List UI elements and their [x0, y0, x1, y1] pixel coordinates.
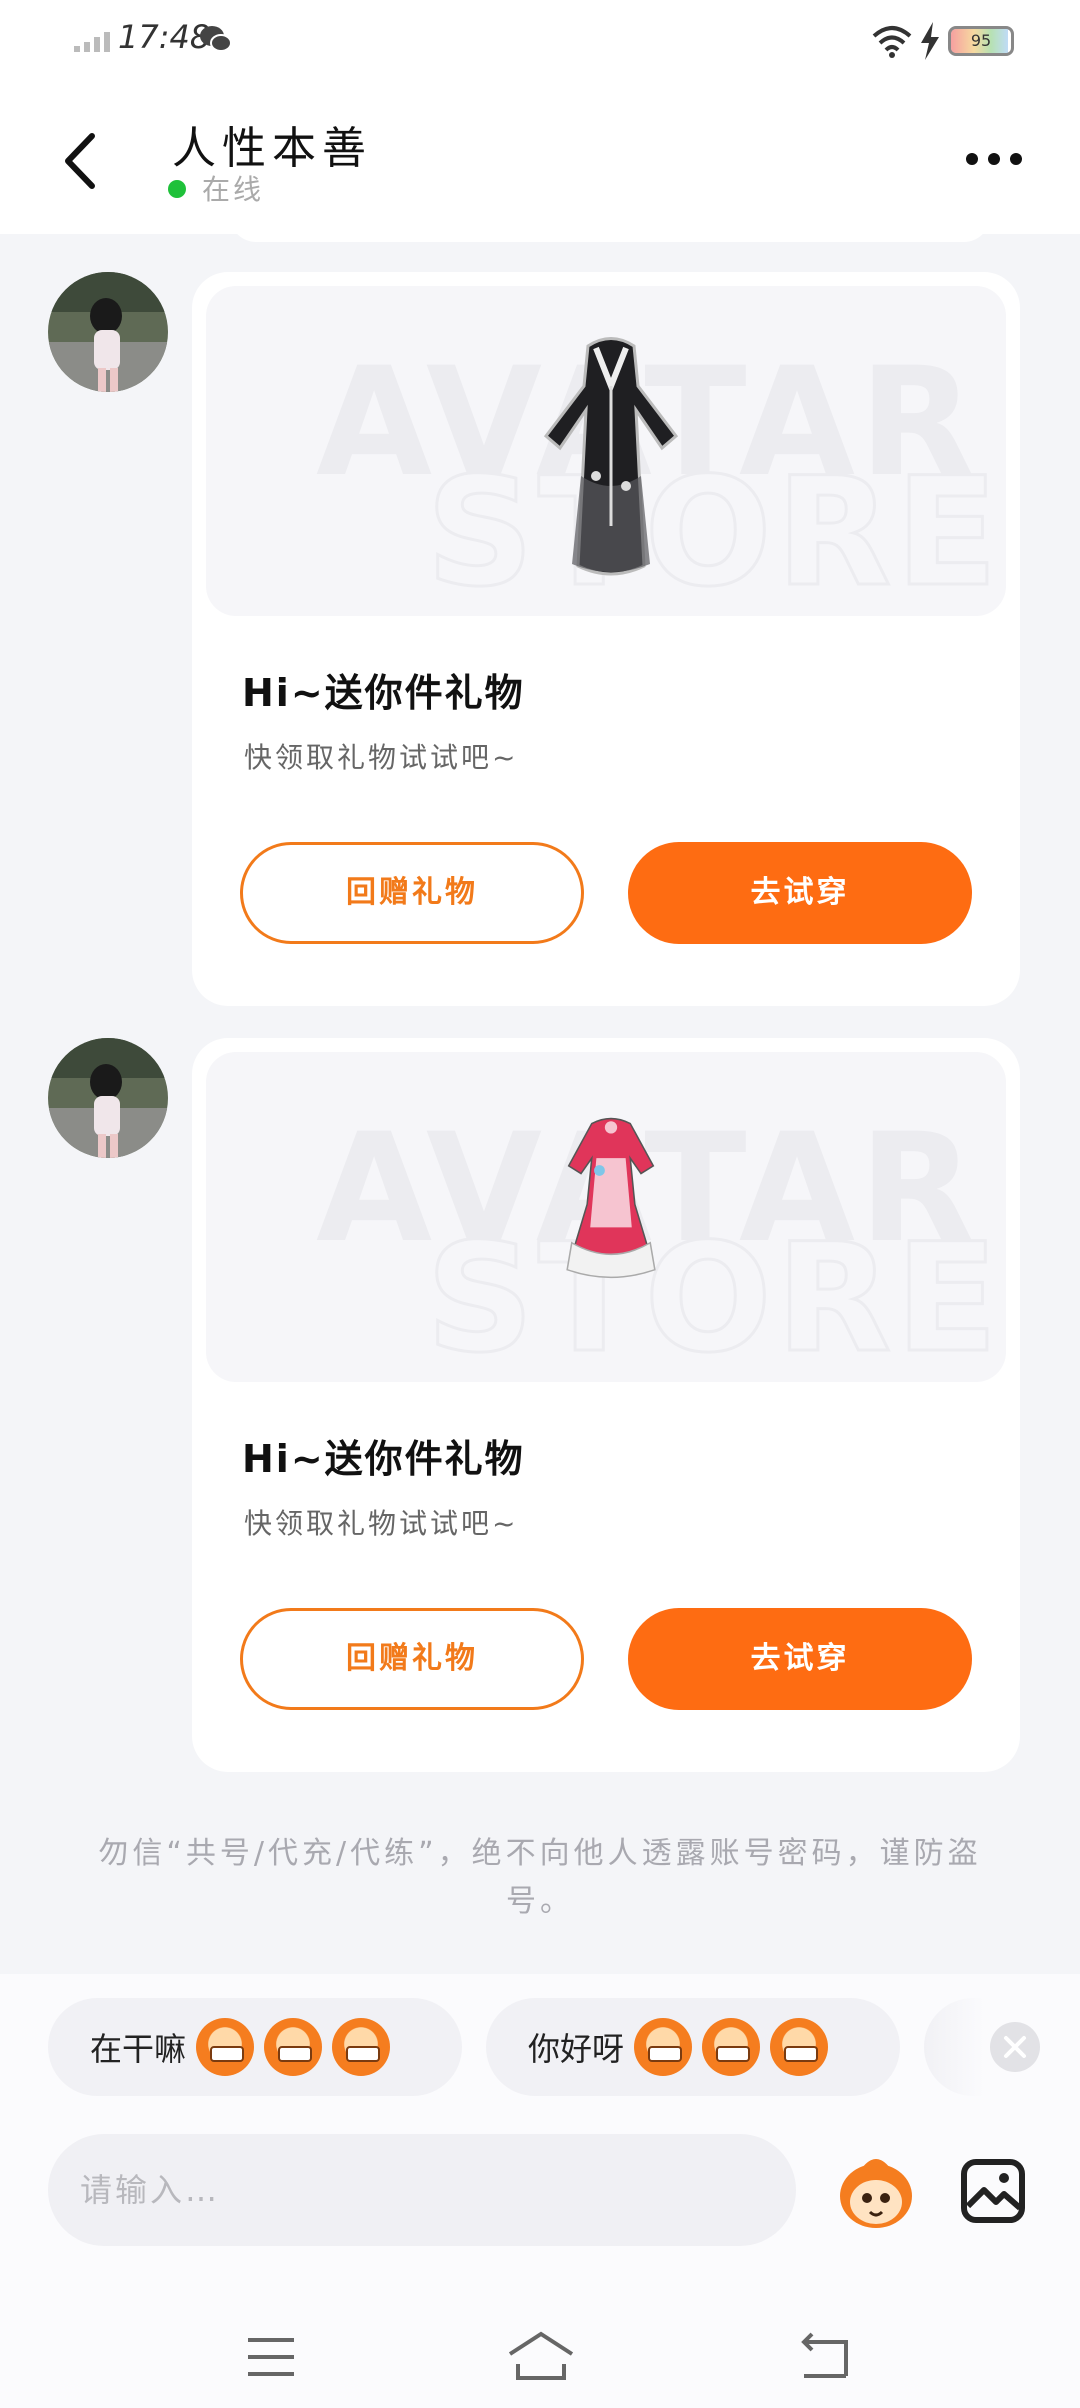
monkey-emoji-icon [332, 2018, 391, 2076]
gift-card-subtitle: 快领取礼物试试吧~ [244, 741, 519, 774]
quick-reply-label: 你好呀 [528, 2030, 625, 2068]
gift-image[interactable]: AVATAR STORE [206, 1052, 1006, 1382]
return-gift-button[interactable]: 回赠礼物 [240, 842, 584, 944]
quick-reply-label: 在干嘛 [90, 2030, 187, 2068]
signal-icon [74, 32, 110, 52]
status-bar: 17:48 95 [0, 0, 1080, 84]
sender-avatar[interactable] [48, 272, 168, 392]
black-lace-dress-image [543, 337, 679, 576]
close-quick-replies-button[interactable] [990, 2022, 1040, 2072]
status-time: 17:48 [118, 18, 211, 56]
previous-message-card [230, 214, 990, 242]
chat-message-list[interactable]: AVATAR STORE Hi~送你件礼物 快领取礼物试试吧~ 回赠礼物 去试穿 [0, 214, 1080, 1974]
more-options-button[interactable] [964, 144, 1024, 174]
input-panel: 在干嘛 你好呀 请输入… [0, 1974, 1080, 2408]
mascot-emoji-button[interactable] [832, 2148, 920, 2236]
battery-icon: 95 [948, 26, 1014, 56]
home-icon[interactable] [506, 2330, 576, 2382]
watermark-store: STORE [425, 1211, 1002, 1383]
quick-reply-chip-partial[interactable] [924, 1998, 984, 2096]
avatar-photo [48, 1038, 168, 1158]
online-status-label: 在线 [202, 173, 265, 206]
sender-avatar[interactable] [48, 1038, 168, 1158]
system-navigation-bar [0, 2296, 1080, 2408]
wechat-icon [200, 26, 232, 52]
return-gift-button[interactable]: 回赠礼物 [240, 1608, 584, 1710]
quick-reply-chip[interactable]: 在干嘛 [48, 1998, 462, 2096]
security-notice: 勿信“共号/代充/代练”，绝不向他人透露账号密码，谨防盗号。 [98, 1836, 982, 1919]
chat-screen: 17:48 95 人性本善 在线 STORE Hi~送你件礼物 快领取礼物试试吧… [0, 0, 1080, 2408]
charging-icon [921, 22, 939, 60]
message-input[interactable]: 请输入… [48, 2134, 796, 2246]
online-status-dot [168, 180, 186, 198]
monkey-emoji-icon [702, 2018, 761, 2076]
monkey-emoji-icon [634, 2018, 693, 2076]
monkey-emoji-icon [264, 2018, 323, 2076]
try-on-button[interactable]: 去试穿 [628, 842, 972, 944]
watermark-store: STORE [425, 445, 1002, 617]
battery-level: 95 [970, 31, 992, 50]
gift-card-title: Hi~送你件礼物 [242, 1437, 525, 1481]
close-icon [1004, 2036, 1026, 2058]
monkey-emoji-icon [770, 2018, 829, 2076]
gift-card[interactable]: AVATAR STORE Hi~送你件礼物 快领取礼物试试吧~ 回赠礼物 去试穿 [192, 272, 1020, 1006]
menu-icon[interactable] [246, 2336, 296, 2378]
gift-card[interactable]: AVATAR STORE Hi~送你件礼物 快领取礼物试试吧~ 回赠礼物 去试穿 [192, 1038, 1020, 1772]
gift-card-subtitle: 快领取礼物试试吧~ [244, 1507, 519, 1540]
try-on-button[interactable]: 去试穿 [628, 1608, 972, 1710]
page-title: 人性本善 [172, 123, 372, 174]
avatar-photo [48, 272, 168, 392]
back-button[interactable] [56, 128, 106, 194]
gift-card-title: Hi~送你件礼物 [242, 671, 525, 715]
nav-back-icon[interactable] [798, 2332, 850, 2380]
image-picker-button[interactable] [960, 2158, 1026, 2224]
quick-reply-chip[interactable]: 你好呀 [486, 1998, 900, 2096]
gift-image[interactable]: AVATAR STORE [206, 286, 1006, 616]
pink-maid-dress-image [566, 1117, 656, 1279]
monkey-emoji-icon [196, 2018, 255, 2076]
wifi-icon [872, 26, 912, 58]
chat-header: 人性本善 在线 [0, 84, 1080, 234]
